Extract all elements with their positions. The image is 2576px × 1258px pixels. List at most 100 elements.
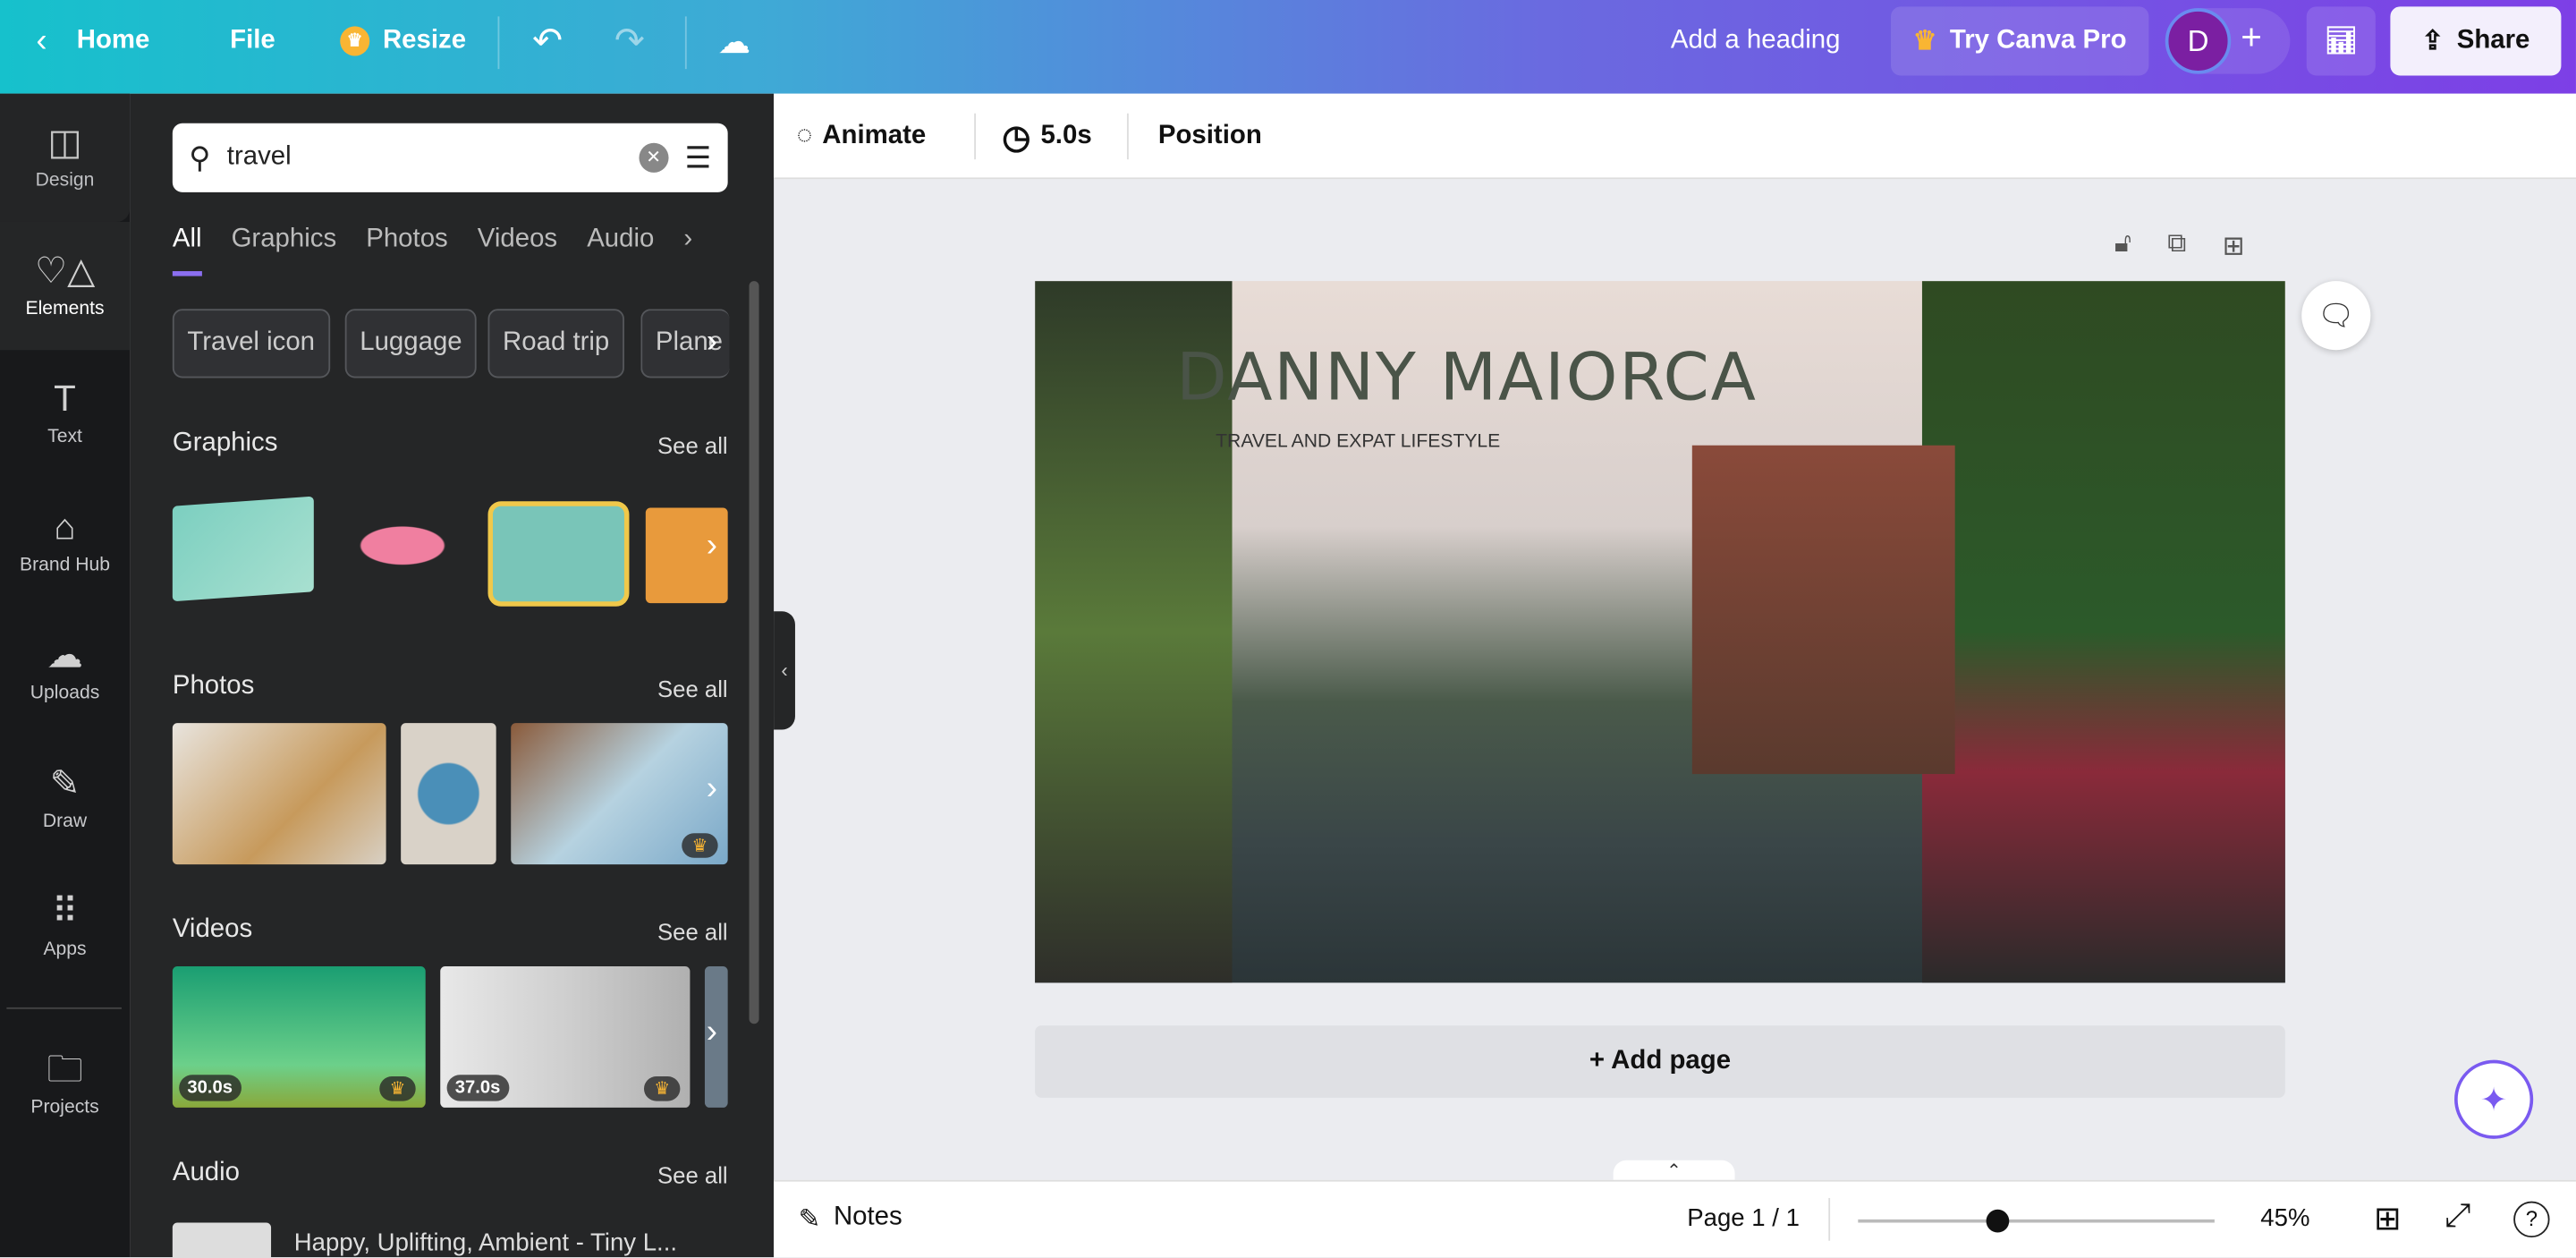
chip-road-trip[interactable]: Road trip <box>487 309 624 378</box>
elements-panel: ⚲ travel ✕ ☰ All Graphics Photos Videos … <box>130 93 775 1258</box>
redo-icon[interactable]: ↷ <box>614 0 645 82</box>
rail-item-text[interactable]: T Text <box>0 350 130 478</box>
photo-thumbnail[interactable] <box>401 723 496 865</box>
clock-icon: ◷ <box>1002 119 1031 156</box>
top-bar: ‹ Home File ♛ Resize ↶ ↷ ☁ Add a heading ♛… <box>0 0 2576 94</box>
video-thumbnail[interactable]: 30.0s ♛ <box>172 965 426 1108</box>
resize-button[interactable]: ♛ Resize <box>340 0 466 82</box>
crown-icon: ♛ <box>340 26 370 56</box>
zoom-slider[interactable] <box>1858 1209 2215 1233</box>
graphic-suitcase[interactable] <box>487 501 630 607</box>
photo-thumbnail[interactable] <box>172 723 386 865</box>
file-menu[interactable]: File <box>230 0 275 82</box>
design-title-button[interactable]: Add a heading <box>1671 0 1841 82</box>
zoom-level[interactable]: 45% <box>2260 1204 2309 1232</box>
magic-sparkle-icon[interactable]: ✦ <box>2454 1059 2534 1139</box>
rail-item-draw[interactable]: ✎ Draw <box>0 735 130 863</box>
audio-title[interactable]: Happy, Uplifting, Ambient - Tiny L... <box>294 1229 677 1257</box>
rail-item-uploads[interactable]: ☁ Uploads <box>0 607 130 735</box>
text-icon: T <box>54 378 76 420</box>
rail-label: Uploads <box>30 684 100 704</box>
rail-label: Apps <box>43 939 87 960</box>
add-collaborator-icon[interactable]: + <box>2241 16 2262 59</box>
rail-item-brand-hub[interactable]: ⌂ Brand Hub <box>0 478 130 606</box>
chevron-right-icon[interactable]: › <box>683 225 692 276</box>
page-indicator[interactable]: Page 1 / 1 <box>1687 1204 1800 1232</box>
chevron-right-icon[interactable]: › <box>707 324 717 361</box>
search-input[interactable]: ⚲ travel ✕ ☰ <box>172 123 728 192</box>
chevron-right-icon[interactable]: › <box>707 528 717 565</box>
tab-audio[interactable]: Audio <box>587 225 654 276</box>
graphic-plane[interactable] <box>330 513 475 579</box>
tab-videos[interactable]: Videos <box>478 225 557 276</box>
panel-scrollbar[interactable] <box>749 281 759 1024</box>
chevron-right-icon[interactable]: › <box>707 1014 717 1051</box>
search-value: travel <box>226 142 292 172</box>
share-button[interactable]: ⇪ Share <box>2390 6 2562 76</box>
notes-icon: ✎ <box>798 1206 821 1235</box>
rail-item-design[interactable]: ◫ Design <box>0 93 131 222</box>
design-subtitle[interactable]: TRAVEL AND EXPAT LIFESTYLE <box>1216 432 1500 452</box>
home-button[interactable]: ‹ Home <box>36 0 149 82</box>
video-duration: 37.0s <box>446 1075 509 1101</box>
crown-icon: ♛ <box>682 833 718 858</box>
design-title[interactable]: DANNY MAIORCA <box>1176 340 1758 415</box>
see-all-videos[interactable]: See all <box>657 919 728 945</box>
rail-label: Brand Hub <box>20 555 111 575</box>
add-comment-icon[interactable]: 🗨︎ <box>2301 281 2371 351</box>
see-all-photos[interactable]: See all <box>657 676 728 701</box>
notes-label: Notes <box>833 1203 902 1231</box>
rail-item-elements[interactable]: ♡△ Elements <box>0 221 131 351</box>
chip-luggage[interactable]: Luggage <box>344 309 478 378</box>
help-icon[interactable]: ? <box>2513 1201 2550 1238</box>
section-title-audio: Audio <box>172 1158 241 1187</box>
design-page[interactable]: DANNY MAIORCA TRAVEL AND EXPAT LIFESTYLE <box>1035 281 2285 983</box>
unlock-icon[interactable]: 🔓︎ <box>2114 230 2131 263</box>
add-page-button[interactable]: + Add page <box>1035 1025 2285 1098</box>
insights-icon[interactable]: 📊︎ <box>2306 6 2376 76</box>
rail-label: Text <box>47 427 82 447</box>
animate-icon: ◌ <box>796 121 813 150</box>
notes-button[interactable]: ✎ Notes <box>799 1203 902 1236</box>
chip-travel-icon[interactable]: Travel icon <box>172 309 330 378</box>
tab-all[interactable]: All <box>172 225 202 276</box>
footer-bar: ✎ Notes Page 1 / 1 45% ⊞ ⤢ ? <box>774 1179 2576 1258</box>
see-all-graphics[interactable]: See all <box>657 432 728 458</box>
cloud-saved-icon[interactable]: ☁ <box>718 0 751 82</box>
photo-thumbnail[interactable]: ♛ <box>511 723 728 865</box>
avatar[interactable]: D <box>2165 8 2232 74</box>
crown-icon: ♛ <box>644 1076 681 1101</box>
crown-icon: ♛ <box>1912 28 1937 56</box>
undo-icon[interactable]: ↶ <box>532 0 563 82</box>
fullscreen-icon[interactable]: ⤢ <box>2445 1198 2470 1236</box>
filter-icon[interactable]: ☰ <box>685 140 712 175</box>
collapse-panel-handle[interactable]: ‹ <box>774 611 795 730</box>
zoom-slider-handle[interactable] <box>1985 1209 2009 1233</box>
duplicate-page-icon[interactable]: ⧉ <box>2167 230 2186 263</box>
cloud-upload-icon: ☁ <box>47 633 83 676</box>
duration-button[interactable]: ◷ 5.0s <box>1002 94 1091 180</box>
tab-photos[interactable]: Photos <box>366 225 447 276</box>
add-page-icon[interactable]: ⊞ <box>2223 230 2245 263</box>
grid-view-icon[interactable]: ⊞ <box>2374 1198 2402 1239</box>
chevron-right-icon[interactable]: › <box>707 770 717 808</box>
video-thumbnail[interactable]: 37.0s ♛ <box>440 965 691 1108</box>
rail-item-apps[interactable]: ⠿ Apps <box>0 863 130 990</box>
animate-button[interactable]: ◌ Animate <box>797 94 926 180</box>
crown-icon: ♛ <box>379 1076 416 1101</box>
try-canva-pro-button[interactable]: ♛ Try Canva Pro <box>1891 6 2149 76</box>
animate-label: Animate <box>822 121 927 150</box>
audio-thumbnail[interactable] <box>172 1222 272 1258</box>
buildings <box>1691 445 1955 775</box>
chevron-left-icon: ‹ <box>36 21 47 59</box>
position-button[interactable]: Position <box>1158 94 1262 180</box>
rail-item-projects[interactable]: 🗀︎ Projects <box>0 1021 130 1149</box>
graphic-map[interactable] <box>172 496 314 602</box>
tab-graphics[interactable]: Graphics <box>232 225 337 276</box>
see-all-audio[interactable]: See all <box>657 1162 728 1188</box>
rail-label: Elements <box>25 299 105 319</box>
clear-icon[interactable]: ✕ <box>639 142 669 173</box>
rail-label: Design <box>35 171 95 191</box>
rail-label: Draw <box>42 812 88 832</box>
duration-label: 5.0s <box>1040 121 1092 150</box>
